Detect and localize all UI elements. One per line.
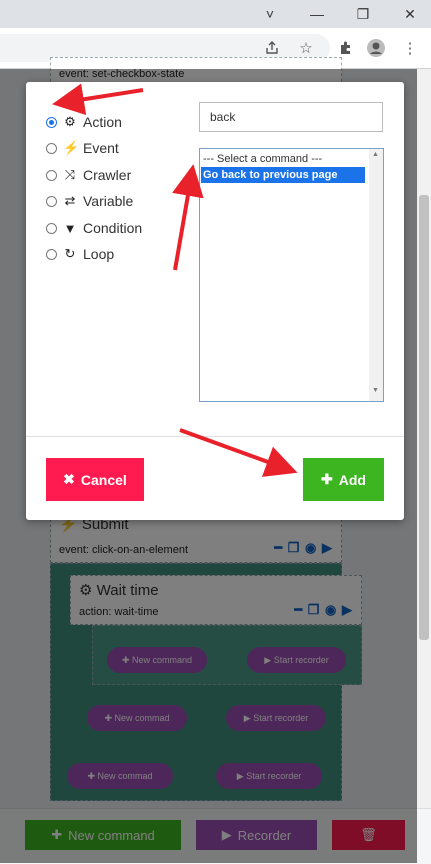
extensions-icon[interactable] <box>336 38 356 58</box>
add-command-modal: ⚙ Action ⚡ Event ⤨ Crawler ⇄ Variable ▼ … <box>26 82 404 520</box>
type-label: Crawler <box>83 167 132 183</box>
modal-divider <box>26 436 404 437</box>
type-label: Action <box>83 114 122 130</box>
share-icon[interactable] <box>262 38 282 58</box>
type-option-condition[interactable]: ▼ Condition <box>46 218 142 238</box>
type-option-loop[interactable]: ↻ Loop <box>46 244 114 264</box>
cancel-button[interactable]: ✖ Cancel <box>46 458 144 501</box>
command-listbox[interactable]: --- Select a command --- Go back to prev… <box>199 148 384 402</box>
restore-icon[interactable]: ❐ <box>352 4 374 24</box>
filter-icon: ▼ <box>63 220 77 236</box>
listbox-option-selected[interactable]: Go back to previous page <box>201 167 365 183</box>
minimize-icon[interactable]: — <box>306 4 328 24</box>
radio-button[interactable] <box>46 142 57 154</box>
radio-button[interactable] <box>46 169 57 181</box>
listbox-option[interactable]: --- Select a command --- <box>201 151 322 167</box>
cancel-label: Cancel <box>80 471 127 488</box>
type-option-crawler[interactable]: ⤨ Crawler <box>46 165 131 185</box>
shuffle-icon: ⤨ <box>64 167 76 182</box>
type-label: Loop <box>83 246 115 262</box>
bolt-icon: ⚡ <box>63 140 80 155</box>
profile-icon[interactable] <box>366 38 386 58</box>
scroll-up-icon[interactable]: ▲ <box>372 151 379 158</box>
type-option-event[interactable]: ⚡ Event <box>46 138 119 158</box>
menu-icon[interactable]: ⋮ <box>400 38 420 58</box>
browser-titlebar: ˅ — ❐ ✕ <box>0 0 431 28</box>
add-button[interactable]: ✚ Add <box>303 458 384 501</box>
close-icon: ✖ <box>63 471 75 487</box>
type-label: Event <box>83 140 119 156</box>
chevron-down-icon[interactable]: ˅ <box>259 4 281 24</box>
scroll-down-icon[interactable]: ▼ <box>372 387 379 394</box>
arrows-icon: ⇄ <box>64 193 76 208</box>
radio-button[interactable] <box>46 248 57 260</box>
add-label: Add <box>338 471 366 488</box>
close-icon[interactable]: ✕ <box>399 4 421 24</box>
plus-icon: ✚ <box>321 471 333 487</box>
page-scrollbar-thumb[interactable] <box>419 195 429 640</box>
type-option-variable[interactable]: ⇄ Variable <box>46 191 133 211</box>
radio-button[interactable] <box>46 195 57 207</box>
type-label: Condition <box>83 220 143 236</box>
listbox-scrollbar[interactable]: ▲ ▼ <box>369 149 383 401</box>
type-option-action[interactable]: ⚙ Action <box>46 112 122 132</box>
command-search-input[interactable] <box>199 102 383 132</box>
star-icon[interactable]: ☆ <box>296 38 316 58</box>
gear-icon: ⚙ <box>64 114 76 129</box>
radio-button[interactable] <box>46 116 57 128</box>
type-label: Variable <box>83 193 134 209</box>
radio-button[interactable] <box>46 222 57 234</box>
redo-icon: ↻ <box>64 246 76 261</box>
